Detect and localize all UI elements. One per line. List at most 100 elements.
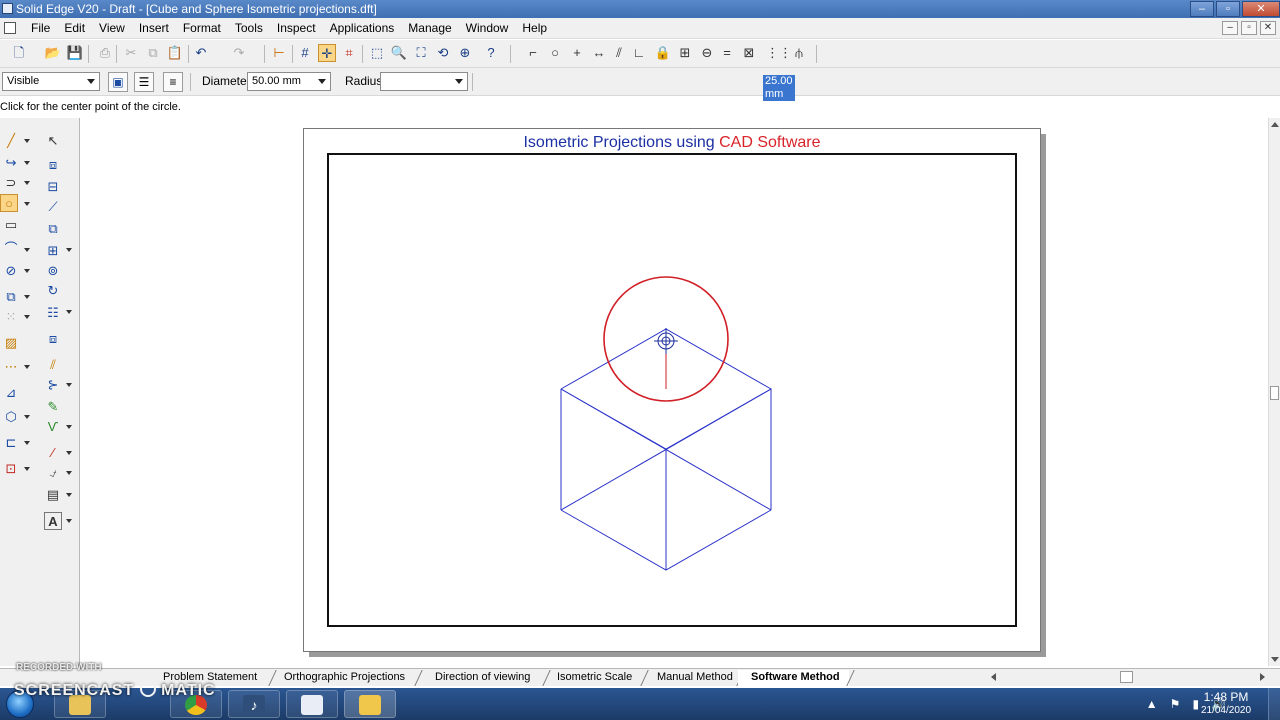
tab-direction-of-viewing[interactable]: Direction of viewing bbox=[422, 670, 539, 686]
scroll-right-icon[interactable] bbox=[1260, 673, 1265, 681]
select-tool-icon[interactable]: ↖ bbox=[44, 132, 62, 150]
media-taskbar-button[interactable]: ♪ bbox=[228, 690, 280, 718]
tab-manual-method[interactable]: Manual Method bbox=[644, 670, 742, 686]
open-icon[interactable]: 📂 bbox=[44, 44, 62, 62]
scroll-left-icon[interactable] bbox=[991, 673, 996, 681]
line-tool-icon[interactable]: ╱ bbox=[2, 132, 20, 150]
menu-insert[interactable]: Insert bbox=[132, 18, 176, 39]
line-dash-icon[interactable]: ☰ bbox=[134, 72, 154, 92]
snap-icon[interactable]: ✛ bbox=[318, 44, 336, 62]
print-icon[interactable]: ⎙ bbox=[96, 44, 114, 62]
minimize-button[interactable]: – bbox=[1190, 1, 1214, 17]
move-tool-icon[interactable]: ⧉ bbox=[2, 288, 20, 306]
tray-expand-icon[interactable]: ▲ bbox=[1146, 697, 1158, 711]
principal-view-icon[interactable]: ⊟ bbox=[44, 178, 62, 196]
relationship-icon[interactable]: ⊞ bbox=[676, 44, 694, 62]
doc-close-button[interactable]: ✕ bbox=[1260, 21, 1276, 35]
smart-dimension-icon[interactable]: ⋯ bbox=[2, 358, 20, 376]
menu-tools[interactable]: Tools bbox=[228, 18, 270, 39]
help-icon[interactable]: ? bbox=[482, 44, 500, 62]
auxiliary-view-icon[interactable]: ⟋ bbox=[44, 198, 62, 216]
menu-help[interactable]: Help bbox=[515, 18, 554, 39]
show-desktop-button[interactable] bbox=[1268, 688, 1280, 720]
copy-icon[interactable]: ⧉ bbox=[144, 44, 162, 62]
rectangle-tool-icon[interactable]: ▭ bbox=[2, 216, 20, 234]
angle-icon[interactable]: ∟ bbox=[630, 44, 648, 62]
hatch-tool-icon[interactable]: ⫽ bbox=[44, 356, 62, 374]
circle-icon[interactable]: ○ bbox=[546, 44, 564, 62]
view-wizard-icon[interactable]: ⧈ bbox=[44, 330, 62, 348]
scroll-up-icon[interactable] bbox=[1271, 122, 1279, 127]
menu-edit[interactable]: Edit bbox=[57, 18, 92, 39]
broken-view-icon[interactable]: ⊚ bbox=[44, 262, 62, 280]
maintain-relations-icon[interactable]: ⫛ bbox=[790, 44, 808, 62]
scroll-down-icon[interactable] bbox=[1271, 657, 1279, 662]
detail-view-icon[interactable]: ⧉ bbox=[44, 220, 62, 238]
horizontal-scrollbar[interactable] bbox=[988, 670, 1268, 684]
curve-tool-icon[interactable]: ⊃ bbox=[2, 174, 20, 192]
grid-icon[interactable]: # bbox=[296, 44, 314, 62]
zoom-previous-icon[interactable]: ⊕ bbox=[456, 44, 474, 62]
line-icon[interactable]: ⌐ bbox=[524, 44, 542, 62]
menu-view[interactable]: View bbox=[92, 18, 132, 39]
fillet-tool-icon[interactable]: ⌒ bbox=[2, 240, 20, 258]
vertical-scrollbar[interactable] bbox=[1268, 118, 1280, 666]
text-tool-icon[interactable]: A bbox=[44, 512, 62, 530]
radius-field[interactable]: 25.00 mm 25.00 mm bbox=[380, 72, 795, 101]
tab-orthographic-projections[interactable]: Orthographic Projections bbox=[271, 670, 414, 686]
horizontal-scroll-thumb[interactable] bbox=[1120, 671, 1133, 683]
feature-control-icon[interactable]: ▤ bbox=[44, 486, 62, 504]
menu-window[interactable]: Window bbox=[459, 18, 516, 39]
fit-icon[interactable]: ⛶ bbox=[412, 44, 430, 62]
cube-tool-icon[interactable]: ⬡ bbox=[2, 408, 20, 426]
datum-tool-icon[interactable]: ⊡ bbox=[2, 460, 20, 478]
taskbar-clock[interactable]: 1:48 PM 21/04/2020 bbox=[1194, 690, 1258, 718]
solid-edge-taskbar-button[interactable] bbox=[286, 690, 338, 718]
tangent-icon[interactable]: ⊖ bbox=[698, 44, 716, 62]
arc-tool-icon[interactable]: ↪ bbox=[2, 154, 20, 172]
lock-icon[interactable]: 🔒 bbox=[654, 44, 672, 62]
pan-icon[interactable]: ⟲ bbox=[434, 44, 452, 62]
menu-file[interactable]: File bbox=[24, 18, 57, 39]
edge-condition-icon[interactable]: ⍻ bbox=[44, 464, 62, 482]
menu-inspect[interactable]: Inspect bbox=[270, 18, 323, 39]
new-icon[interactable]: 🗋 bbox=[10, 44, 28, 62]
callout-tool-icon[interactable]: ✎ bbox=[44, 398, 62, 416]
undo-icon[interactable]: ↶ bbox=[192, 44, 210, 62]
equal-icon[interactable]: = bbox=[718, 44, 736, 62]
document-icon[interactable] bbox=[4, 22, 16, 34]
intellisketch-icon[interactable]: ⌗ bbox=[340, 44, 358, 62]
surface-texture-icon[interactable]: ⁄ bbox=[44, 444, 62, 462]
cad-drawing-canvas[interactable] bbox=[304, 129, 1040, 651]
redo-icon[interactable]: ↷ bbox=[230, 44, 248, 62]
menu-applications[interactable]: Applications bbox=[323, 18, 402, 39]
close-button[interactable]: ✕ bbox=[1242, 1, 1280, 17]
pattern-tool-icon[interactable]: ⁙ bbox=[2, 308, 20, 326]
connector-tool-icon[interactable]: ⊏ bbox=[2, 434, 20, 452]
fill-tool-icon[interactable]: ▨ bbox=[2, 334, 20, 352]
menu-manage[interactable]: Manage bbox=[401, 18, 458, 39]
save-icon[interactable]: 💾 bbox=[66, 44, 84, 62]
trim-tool-icon[interactable]: ⊘ bbox=[2, 262, 20, 280]
vertical-scroll-thumb[interactable] bbox=[1270, 386, 1279, 400]
weld-symbol-icon[interactable]: Ѵ bbox=[44, 418, 62, 436]
action-center-icon[interactable]: ⚑ bbox=[1170, 697, 1181, 711]
line-width-icon[interactable]: ≡ bbox=[163, 72, 183, 92]
cut-icon[interactable]: ✂ bbox=[122, 44, 140, 62]
drawing-view-icon[interactable]: ⊞ bbox=[44, 242, 62, 260]
doc-restore-button[interactable]: ▫ bbox=[1241, 21, 1257, 35]
sketch-icon[interactable]: ⊢ bbox=[270, 44, 288, 62]
parallel-icon[interactable]: ⫽ bbox=[610, 44, 628, 62]
menu-format[interactable]: Format bbox=[176, 18, 228, 39]
drawing-sheet[interactable]: Isometric Projections using CAD Software bbox=[303, 128, 1041, 652]
fill-style-icon[interactable]: ▣ bbox=[108, 72, 128, 92]
solid-edge-app-icon[interactable] bbox=[2, 3, 13, 14]
symmetric-icon[interactable]: ⊠ bbox=[740, 44, 758, 62]
diameter-field[interactable]: 50.00 mm bbox=[247, 72, 331, 91]
zoom-icon[interactable]: 🔍 bbox=[390, 44, 408, 62]
maximize-button[interactable]: ▫ bbox=[1216, 1, 1240, 17]
linetype-select[interactable]: Visible bbox=[2, 72, 100, 91]
tab-isometric-scale[interactable]: Isometric Scale bbox=[544, 670, 641, 686]
section-view-icon[interactable]: ⧈ bbox=[44, 156, 62, 174]
relations-icon[interactable]: ⋮⋮ bbox=[766, 44, 792, 62]
